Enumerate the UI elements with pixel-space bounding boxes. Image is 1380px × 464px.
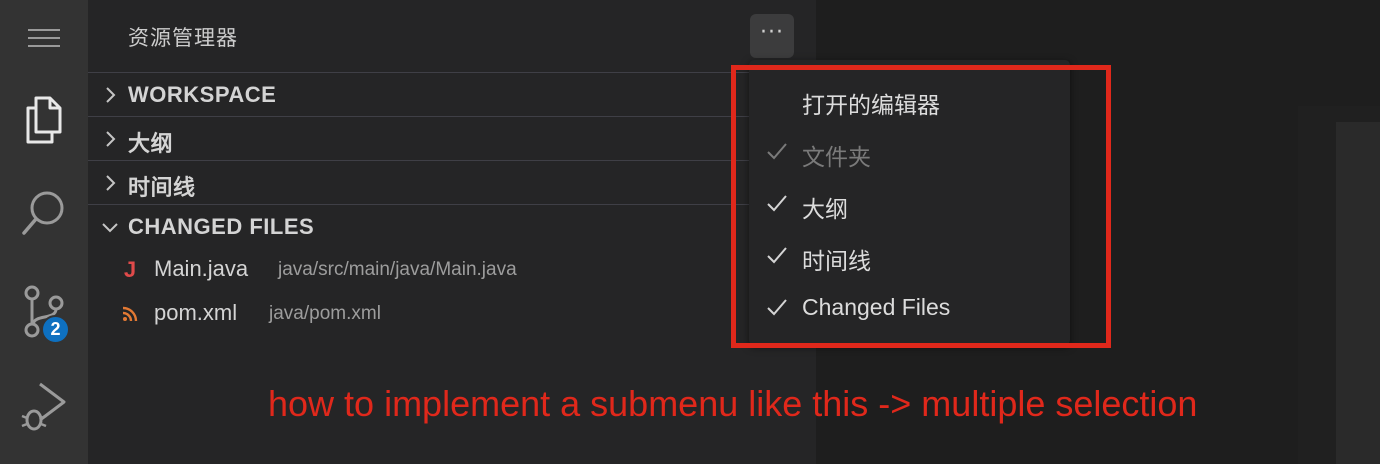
sidebar-title: 资源管理器	[128, 26, 238, 50]
rss-icon	[120, 300, 140, 328]
menu-icon[interactable]	[0, 16, 88, 60]
section-changed-files[interactable]: CHANGED FILES	[88, 204, 816, 248]
chevron-right-icon	[106, 131, 116, 147]
activity-bar: 2	[0, 0, 88, 464]
source-control-badge: 2	[41, 315, 70, 344]
section-label: 时间线	[128, 175, 196, 200]
file-name: Main.java	[154, 256, 249, 281]
more-actions-button[interactable]: ···	[750, 14, 794, 58]
chevron-right-icon	[106, 175, 116, 191]
editor-panel-inner	[1336, 122, 1380, 464]
section-label: CHANGED FILES	[128, 214, 315, 239]
file-row-pom-xml[interactable]: pom.xml java/pom.xml	[88, 294, 816, 334]
section-label: WORKSPACE	[128, 82, 277, 107]
section-timeline[interactable]: 时间线	[88, 160, 816, 204]
file-path: java/src/main/java/Main.java	[278, 259, 517, 280]
files-icon[interactable]	[0, 90, 88, 150]
file-path: java/pom.xml	[269, 303, 381, 324]
annotation-highlight-box	[731, 65, 1111, 348]
chevron-right-icon	[106, 87, 116, 103]
annotation-text: how to implement a submenu like this -> …	[268, 383, 1198, 424]
java-icon: J	[123, 257, 137, 282]
section-workspace[interactable]: WORKSPACE	[88, 72, 816, 116]
section-label: 大纲	[128, 131, 174, 156]
run-debug-icon[interactable]	[0, 380, 88, 436]
file-name: pom.xml	[154, 300, 238, 325]
section-outline[interactable]: 大纲	[88, 116, 816, 160]
chevron-down-icon	[102, 223, 118, 233]
search-icon[interactable]	[0, 186, 88, 242]
file-row-main-java[interactable]: J Main.java java/src/main/java/Main.java	[88, 250, 816, 290]
